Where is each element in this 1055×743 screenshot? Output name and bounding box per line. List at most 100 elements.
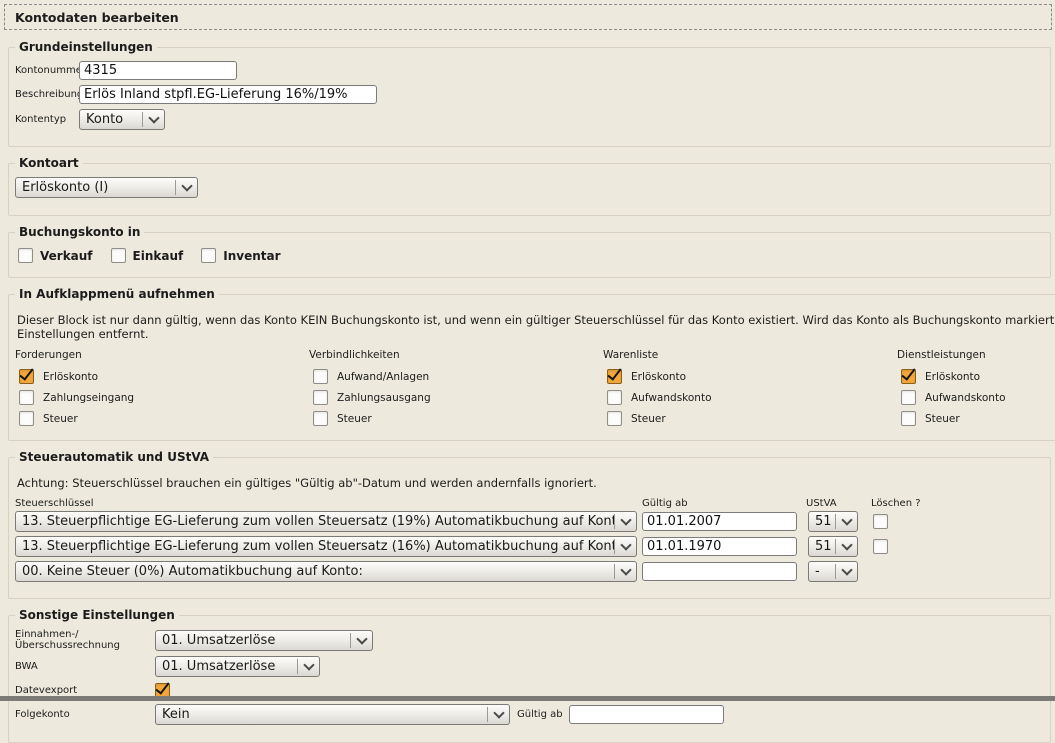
section-buchungskonto: Buchungskonto in Verkauf Einkauf Inventa…: [8, 225, 1051, 278]
column-warenliste: Warenliste Erlöskonto Aufwandskonto Steu…: [603, 349, 897, 432]
steuerautomatik-warning: Achtung: Steuerschlüssel brauchen ein gü…: [17, 476, 1042, 490]
folgekonto-gueltig-ab-label: Gültig ab: [517, 709, 563, 720]
header-ustva: UStVA: [806, 498, 856, 509]
header-steuerschluessel: Steuerschlüssel: [15, 498, 637, 509]
checkbox-verkauf-label: Verkauf: [40, 249, 93, 263]
chevron-down-icon: [351, 638, 372, 643]
checkbox-label: Steuer: [925, 413, 960, 425]
checkbox-label: Erlöskonto: [43, 371, 98, 383]
bwa-label: BWA: [15, 661, 155, 672]
column-forderungen: Forderungen Erlöskonto Zahlungseingang S…: [15, 349, 309, 432]
checkbox-verkauf[interactable]: [18, 248, 33, 263]
chevron-down-icon: [836, 519, 857, 524]
ustva-select-1[interactable]: 51: [808, 511, 858, 532]
bwa-select[interactable]: 01. Umsatzerlöse: [155, 656, 320, 677]
steuerschluessel-select-value: 13. Steuerpflichtige EG-Lieferung zum vo…: [16, 539, 614, 554]
folgekonto-select-value: Kein: [156, 707, 487, 722]
page-title: Kontodaten bearbeiten: [4, 4, 1052, 30]
checkbox-dienstleistungen-steuer[interactable]: [901, 411, 916, 426]
chevron-down-icon: [488, 712, 509, 717]
checkbox-einkauf-label: Einkauf: [133, 249, 184, 263]
checkbox-label: Erlöskonto: [631, 371, 686, 383]
ustva-select-value: -: [809, 564, 835, 579]
section-kontoart: Kontoart Erlöskonto (I): [8, 156, 1051, 216]
beschreibung-input[interactable]: [79, 85, 377, 104]
section-grundeinstellungen-legend: Grundeinstellungen: [15, 40, 157, 54]
kontentyp-label: Kontentyp: [15, 114, 79, 125]
chevron-down-icon: [298, 664, 319, 669]
steuerschluessel-select-1[interactable]: 13. Steuerpflichtige EG-Lieferung zum vo…: [15, 511, 637, 532]
checkbox-inventar[interactable]: [201, 248, 216, 263]
checkbox-dienstleistungen-aufwandskonto[interactable]: [901, 390, 916, 405]
column-verbindlichkeiten: Verbindlichkeiten Aufwand/Anlagen Zahlun…: [309, 349, 603, 432]
ustva-select-2[interactable]: 51: [808, 536, 858, 557]
kontoart-select[interactable]: Erlöskonto (I): [15, 177, 198, 198]
chevron-down-icon: [615, 569, 636, 574]
checkbox-verbindlichkeiten-aufwand[interactable]: [313, 369, 328, 384]
folgekonto-label: Folgekonto: [15, 709, 155, 720]
chevron-down-icon: [615, 544, 636, 549]
checkbox-label: Zahlungseingang: [43, 392, 134, 404]
steuer-row: 13. Steuerpflichtige EG-Lieferung zum vo…: [15, 536, 1042, 557]
gueltig-ab-input-1[interactable]: [642, 512, 797, 531]
kontoart-select-value: Erlöskonto (I): [16, 180, 175, 195]
kontentyp-select-value: Konto: [80, 112, 142, 127]
steuerschluessel-select-value: 13. Steuerpflichtige EG-Lieferung zum vo…: [16, 514, 614, 529]
checkbox-forderungen-erloeskonto[interactable]: [19, 369, 34, 384]
chevron-down-icon: [836, 569, 857, 574]
checkbox-verbindlichkeiten-steuer[interactable]: [313, 411, 328, 426]
checkbox-forderungen-steuer[interactable]: [19, 411, 34, 426]
checkbox-inventar-label: Inventar: [223, 249, 280, 263]
section-steuerautomatik-legend: Steuerautomatik und UStVA: [15, 450, 213, 464]
section-buchungskonto-legend: Buchungskonto in: [15, 225, 144, 239]
kontentyp-select[interactable]: Konto: [79, 109, 165, 130]
euer-select-value: 01. Umsatzerlöse: [156, 633, 350, 648]
folgekonto-gueltig-ab-input[interactable]: [569, 705, 724, 724]
chevron-down-icon: [836, 544, 857, 549]
beschreibung-label: Beschreibung: [15, 89, 79, 100]
ustva-select-3[interactable]: -: [808, 561, 858, 582]
checkbox-label: Aufwand/Anlagen: [337, 371, 429, 383]
column-header: Dienstleistungen: [897, 349, 1055, 361]
chevron-down-icon: [615, 519, 636, 524]
checkbox-label: Aufwandskonto: [631, 392, 712, 404]
column-header: Forderungen: [15, 349, 309, 361]
steuer-row: 13. Steuerpflichtige EG-Lieferung zum vo…: [15, 511, 1042, 532]
steuerschluessel-select-2[interactable]: 13. Steuerpflichtige EG-Lieferung zum vo…: [15, 536, 637, 557]
checkbox-verbindlichkeiten-zahlungsausgang[interactable]: [313, 390, 328, 405]
euer-label: Einnahmen-/Überschussrechnung: [15, 629, 155, 651]
steuer-row: 00. Keine Steuer (0%) Automatikbuchung a…: [15, 561, 1042, 582]
checkbox-einkauf[interactable]: [111, 248, 126, 263]
section-steuerautomatik: Steuerautomatik und UStVA Achtung: Steue…: [8, 450, 1051, 599]
checkbox-dienstleistungen-erloeskonto[interactable]: [901, 369, 916, 384]
section-grundeinstellungen: Grundeinstellungen Kontonummer Beschreib…: [8, 40, 1051, 147]
checkbox-label: Aufwandskonto: [925, 392, 1006, 404]
kontonummer-input[interactable]: [79, 61, 237, 80]
chevron-down-icon: [176, 185, 197, 190]
column-header: Warenliste: [603, 349, 897, 361]
section-kontoart-legend: Kontoart: [15, 156, 83, 170]
checkbox-label: Zahlungsausgang: [337, 392, 431, 404]
folgekonto-select[interactable]: Kein: [155, 704, 510, 725]
bwa-select-value: 01. Umsatzerlöse: [156, 659, 297, 674]
steuerschluessel-select-3[interactable]: 00. Keine Steuer (0%) Automatikbuchung a…: [15, 561, 637, 582]
checkbox-label: Steuer: [43, 413, 78, 425]
checkbox-warenliste-erloeskonto[interactable]: [607, 369, 622, 384]
checkbox-label: Steuer: [631, 413, 666, 425]
gueltig-ab-input-2[interactable]: [642, 537, 797, 556]
loeschen-checkbox-2[interactable]: [873, 539, 888, 554]
section-sonstige: Sonstige Einstellungen Einnahmen-/Übersc…: [8, 608, 1051, 743]
header-loeschen: Löschen ?: [871, 498, 941, 509]
checkbox-label: Erlöskonto: [925, 371, 980, 383]
section-sonstige-legend: Sonstige Einstellungen: [15, 608, 179, 622]
loeschen-checkbox-1[interactable]: [873, 514, 888, 529]
checkbox-forderungen-zahlungseingang[interactable]: [19, 390, 34, 405]
checkbox-warenliste-aufwandskonto[interactable]: [607, 390, 622, 405]
gueltig-ab-input-3[interactable]: [642, 562, 797, 581]
column-header: Verbindlichkeiten: [309, 349, 603, 361]
datevexport-label: Datevexport: [15, 685, 155, 696]
euer-select[interactable]: 01. Umsatzerlöse: [155, 630, 373, 651]
checkbox-warenliste-steuer[interactable]: [607, 411, 622, 426]
section-aufklappmenu-legend: In Aufklappmenü aufnehmen: [15, 287, 219, 301]
column-dienstleistungen: Dienstleistungen Erlöskonto Aufwandskont…: [897, 349, 1055, 432]
